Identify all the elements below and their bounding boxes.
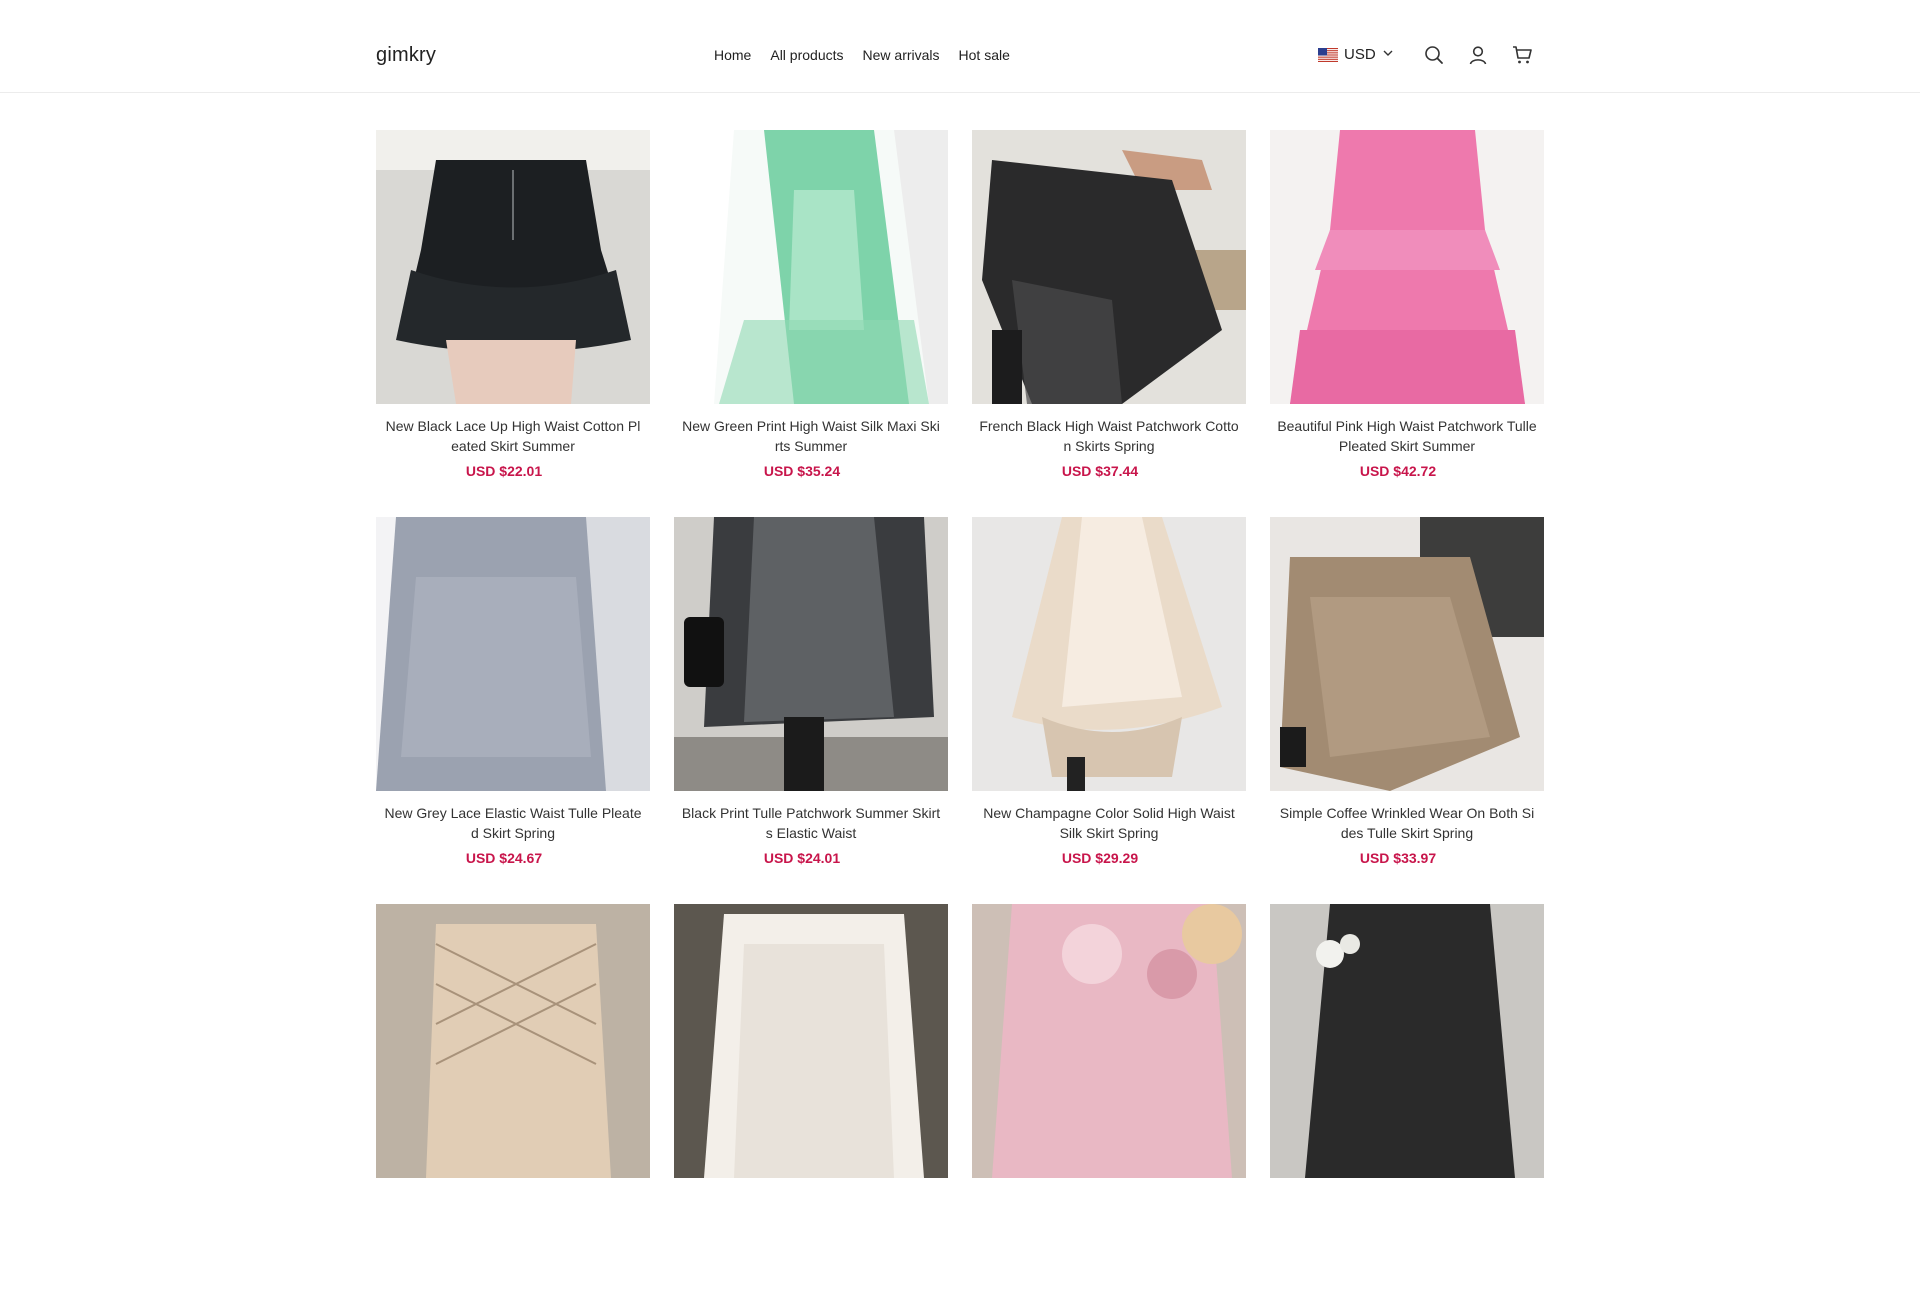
product-price: USD $29.29: [1061, 850, 1139, 866]
product-image[interactable]: [376, 904, 650, 1178]
product-price: USD $33.97: [1359, 850, 1437, 866]
account-icon[interactable]: [1467, 44, 1489, 66]
product-price: USD $42.72: [1359, 463, 1437, 479]
nav-home[interactable]: Home: [714, 47, 751, 63]
currency-selector[interactable]: USD: [1318, 46, 1394, 63]
product-image[interactable]: [674, 517, 948, 791]
product-image[interactable]: [1270, 904, 1544, 1178]
product-title[interactable]: [972, 1190, 1246, 1230]
product-card[interactable]: New Grey Lace Elastic Waist Tulle Pleate…: [376, 517, 650, 904]
site-header: gimkry Home All products New arrivals Ho…: [0, 0, 1920, 93]
product-title[interactable]: Simple Coffee Wrinkled Wear On Both Side…: [1270, 803, 1544, 843]
product-price: USD $22.01: [465, 463, 543, 479]
product-title[interactable]: New Champagne Color Solid High Waist Sil…: [972, 803, 1246, 843]
product-image[interactable]: [1270, 130, 1544, 404]
product-title[interactable]: New Black Lace Up High Waist Cotton Plea…: [376, 416, 650, 456]
us-flag-icon: [1318, 47, 1338, 62]
product-price: USD $24.01: [763, 850, 841, 866]
product-title[interactable]: French Black High Waist Patchwork Cotton…: [972, 416, 1246, 456]
product-price: USD $35.24: [763, 463, 841, 479]
product-image[interactable]: [376, 130, 650, 404]
product-card[interactable]: French Black High Waist Patchwork Cotton…: [972, 130, 1246, 517]
search-icon[interactable]: [1423, 44, 1445, 66]
product-grid: New Black Lace Up High Waist Cotton Plea…: [376, 130, 1544, 1291]
product-card[interactable]: [376, 904, 650, 1291]
product-image[interactable]: [972, 130, 1246, 404]
main-nav: Home All products New arrivals Hot sale: [714, 47, 1029, 63]
product-image[interactable]: [1270, 517, 1544, 791]
product-title[interactable]: [674, 1190, 948, 1230]
product-card[interactable]: Black Print Tulle Patchwork Summer Skirt…: [674, 517, 948, 904]
nav-hot-sale[interactable]: Hot sale: [959, 47, 1010, 63]
nav-new-arrivals[interactable]: New arrivals: [863, 47, 940, 63]
product-card[interactable]: [1270, 904, 1544, 1291]
product-title[interactable]: Beautiful Pink High Waist Patchwork Tull…: [1270, 416, 1544, 456]
product-card[interactable]: Simple Coffee Wrinkled Wear On Both Side…: [1270, 517, 1544, 904]
currency-label: USD: [1344, 46, 1376, 63]
product-card[interactable]: Beautiful Pink High Waist Patchwork Tull…: [1270, 130, 1544, 517]
cart-icon[interactable]: [1511, 44, 1533, 66]
product-card[interactable]: New Green Print High Waist Silk Maxi Ski…: [674, 130, 948, 517]
product-price: USD $37.44: [1061, 463, 1139, 479]
product-image[interactable]: [972, 904, 1246, 1178]
product-price: USD $24.67: [465, 850, 543, 866]
product-image[interactable]: [376, 517, 650, 791]
chevron-down-icon: [1382, 46, 1394, 63]
site-logo[interactable]: gimkry: [376, 44, 436, 67]
product-title[interactable]: [1270, 1190, 1544, 1230]
product-title[interactable]: [376, 1190, 650, 1230]
product-title[interactable]: Black Print Tulle Patchwork Summer Skirt…: [674, 803, 948, 843]
product-title[interactable]: New Green Print High Waist Silk Maxi Ski…: [674, 416, 948, 456]
nav-all-products[interactable]: All products: [770, 47, 843, 63]
product-card[interactable]: New Black Lace Up High Waist Cotton Plea…: [376, 130, 650, 517]
product-card[interactable]: [674, 904, 948, 1291]
product-image[interactable]: [674, 904, 948, 1178]
product-card[interactable]: [972, 904, 1246, 1291]
product-card[interactable]: New Champagne Color Solid High Waist Sil…: [972, 517, 1246, 904]
product-image[interactable]: [674, 130, 948, 404]
product-title[interactable]: New Grey Lace Elastic Waist Tulle Pleate…: [376, 803, 650, 843]
product-image[interactable]: [972, 517, 1246, 791]
